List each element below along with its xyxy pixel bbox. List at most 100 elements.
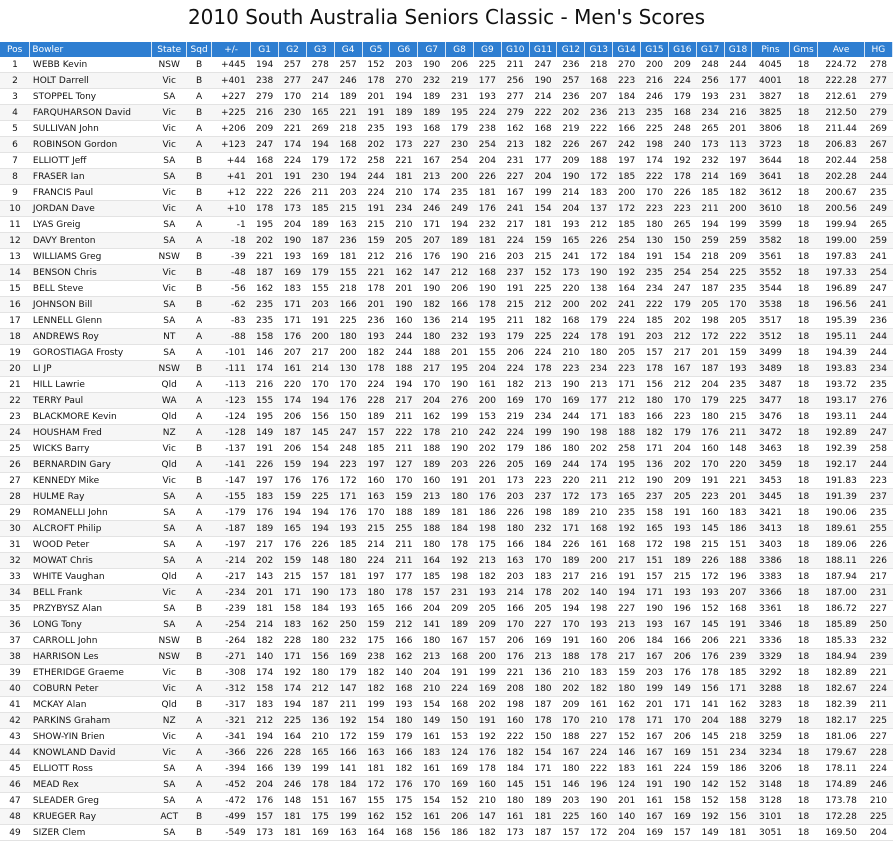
table-cell: 194 — [250, 728, 279, 745]
bowler-name-cell: ALCROFT Philip — [29, 520, 152, 537]
table-cell: 187 — [696, 360, 725, 377]
table-cell: SA — [151, 88, 187, 105]
table-cell: A — [186, 408, 212, 425]
table-cell: SA — [151, 232, 187, 249]
table-cell: 176 — [473, 488, 502, 505]
table-cell: 169 — [668, 744, 697, 761]
table-cell: 207 — [417, 232, 446, 249]
table-cell: 140 — [612, 808, 641, 825]
table-cell: 226 — [864, 552, 893, 569]
table-cell: 180 — [640, 216, 669, 233]
table-cell: 35 — [0, 600, 30, 617]
table-cell: 162 — [501, 120, 530, 137]
table-cell: 210 — [556, 344, 585, 361]
bowler-name-cell: WOOD Peter — [29, 536, 152, 553]
table-cell: 277 — [501, 88, 530, 105]
table-cell: -234 — [211, 584, 251, 601]
table-cell: 177 — [584, 392, 613, 409]
table-cell: 15 — [0, 280, 30, 297]
table-cell: B — [186, 57, 212, 73]
table-cell: 18 — [789, 824, 818, 841]
table-cell: 223 — [696, 488, 725, 505]
table-cell: 204 — [278, 216, 307, 233]
table-cell: 189 — [417, 88, 446, 105]
table-cell: 180 — [334, 552, 363, 569]
column-header: G11 — [529, 42, 558, 57]
table-cell: 197 — [362, 568, 390, 585]
table-cell: 148 — [306, 552, 335, 569]
table-cell: 157 — [556, 824, 585, 841]
table-cell: 3421 — [751, 504, 790, 521]
column-header: G12 — [556, 42, 586, 57]
table-cell: 161 — [417, 728, 446, 745]
table-cell: A — [186, 424, 212, 441]
table-cell: 156 — [724, 808, 752, 825]
table-cell: 203 — [306, 296, 335, 313]
table-cell: 188 — [417, 440, 446, 457]
table-cell: 184 — [445, 520, 474, 537]
table-cell: 141 — [696, 696, 725, 713]
table-cell: 143 — [250, 568, 279, 585]
table-cell: 214 — [696, 168, 725, 185]
table-cell: 235 — [362, 120, 390, 137]
table-cell: 156 — [417, 824, 446, 841]
table-cell: 241 — [501, 200, 530, 217]
table-cell: 224 — [864, 760, 893, 777]
table-cell: 234 — [696, 104, 725, 121]
table-cell: 193.83 — [817, 360, 865, 377]
table-cell: 217 — [389, 392, 418, 409]
table-cell: 3459 — [751, 456, 790, 473]
table-cell: 221 — [334, 104, 363, 121]
table-cell: 216 — [389, 248, 418, 265]
table-cell: 192 — [612, 264, 641, 281]
table-cell: 191 — [278, 168, 307, 185]
table-row: 18 ANDREWS Roy NT A -88 158 176 200 180 193 244 180… — [0, 328, 893, 345]
table-cell: 176 — [389, 776, 418, 793]
table-cell: 193 — [389, 696, 418, 713]
table-cell: 191 — [640, 248, 669, 265]
table-cell: 279 — [864, 104, 893, 121]
table-cell: 257 — [556, 72, 585, 89]
table-cell: 39 — [0, 664, 30, 681]
table-cell: 186 — [724, 520, 752, 537]
table-cell: 200 — [556, 296, 585, 313]
table-cell: 232 — [445, 328, 474, 345]
table-cell: 27 — [0, 472, 30, 489]
table-cell: 215 — [529, 248, 557, 265]
table-cell: NSW — [151, 57, 187, 73]
table-cell: 10 — [0, 200, 30, 217]
table-cell: 203 — [389, 57, 418, 73]
table-cell: 213 — [473, 552, 502, 569]
table-cell: 157 — [362, 424, 390, 441]
table-cell: 162 — [612, 696, 641, 713]
table-cell: 150 — [445, 712, 474, 729]
table-cell: 3206 — [751, 760, 790, 777]
bowler-name-cell: FARQUHARSON David — [29, 104, 152, 121]
table-cell: 248 — [696, 57, 725, 73]
bowler-name-cell: MOWAT Chris — [29, 552, 152, 569]
table-cell: 46 — [0, 776, 30, 793]
table-cell: 18 — [789, 504, 818, 521]
table-cell: 227 — [864, 600, 893, 617]
table-cell: 170 — [501, 616, 530, 633]
table-cell: 250 — [864, 616, 893, 633]
table-cell: 225 — [556, 808, 585, 825]
table-cell: 3148 — [751, 776, 790, 793]
table-cell: 185.89 — [817, 616, 865, 633]
table-cell: 244 — [556, 456, 585, 473]
table-cell: 173 — [584, 488, 613, 505]
table-cell: 200 — [584, 552, 613, 569]
table-cell: 189 — [445, 232, 474, 249]
table-cell: 235 — [864, 504, 893, 521]
table-cell: 162 — [306, 616, 335, 633]
table-cell: 236 — [556, 88, 585, 105]
table-cell: 219 — [445, 72, 474, 89]
table-cell: 187.00 — [817, 584, 865, 601]
table-cell: 211 — [724, 424, 752, 441]
table-cell: 219 — [501, 408, 530, 425]
table-cell: 198 — [696, 312, 725, 329]
table-row: 29 ROMANELLI John SA A -179 176 194 194 176 170 18… — [0, 504, 893, 521]
table-cell: 145 — [696, 520, 725, 537]
table-cell: 198 — [501, 696, 530, 713]
table-cell: -147 — [211, 472, 251, 489]
